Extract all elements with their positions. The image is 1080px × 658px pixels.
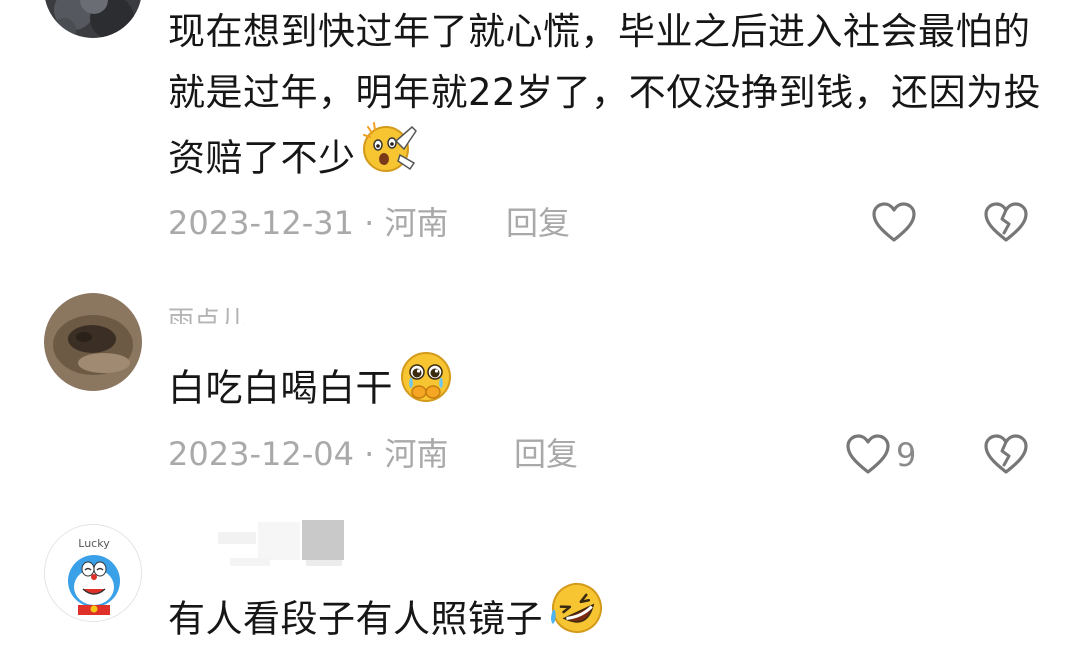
meta-separator: · (353, 204, 385, 242)
like-count: 9 (896, 436, 917, 474)
reply-button[interactable]: 回复 (514, 434, 578, 474)
comment-date: 2023-12-04 (168, 435, 354, 473)
comment-item: 现在想到快过年了就心慌，毕业之后进入社会最怕的就是过年，明年就22岁了，不仅没挣… (0, 0, 1080, 250)
like-button[interactable] (870, 200, 918, 244)
shocked-face-icon (360, 119, 418, 193)
comment-meta: 2023-12-04 · 河南 回复 (168, 434, 578, 474)
comment-date: 2023-12-31 (168, 204, 354, 242)
reply-button[interactable]: 回复 (506, 203, 570, 243)
meta-separator: · (353, 435, 385, 473)
avatar-image (44, 0, 142, 38)
avatar[interactable] (44, 293, 142, 391)
doraemon-avatar-icon: Lucky (45, 525, 141, 621)
crying-pleading-face-icon (397, 348, 455, 424)
heart-outline-icon (872, 202, 916, 242)
dislike-button[interactable] (982, 200, 1030, 244)
avatar-image (44, 293, 142, 391)
comment-item: Lucky 有人看段子有人照镜子 (0, 520, 1080, 654)
username[interactable]: 雨点儿 (168, 308, 246, 324)
dislike-button[interactable] (982, 432, 1030, 476)
avatar[interactable]: Lucky (44, 524, 142, 622)
comment-item: 雨点儿 白吃白喝白干 2023-12-04 · 河南 回复 9 (0, 290, 1080, 490)
like-button[interactable] (844, 432, 892, 476)
heart-outline-icon (846, 434, 890, 474)
comment-text-content: 现在想到快过年了就心慌，毕业之后进入社会最怕的就是过年，明年就22岁了，不仅没挣… (168, 10, 1042, 180)
rofl-face-icon (547, 580, 607, 654)
avatar-lucky-text: Lucky (78, 537, 110, 550)
comment-text: 白吃白喝白干 (168, 352, 1048, 428)
broken-heart-icon (984, 434, 1028, 474)
broken-heart-icon (984, 202, 1028, 242)
comment-text-content: 有人看段子有人照镜子 (168, 597, 543, 641)
comment-text: 有人看段子有人照镜子 (168, 583, 1048, 658)
comment-text: 现在想到快过年了就心慌，毕业之后进入社会最怕的就是过年，明年就22岁了，不仅没挣… (168, 1, 1048, 197)
comment-meta: 2023-12-31 · 河南 回复 (168, 203, 570, 243)
comment-location: 河南 (384, 204, 449, 242)
avatar[interactable] (44, 0, 142, 38)
comment-text-content: 白吃白喝白干 (168, 366, 393, 410)
comment-location: 河南 (384, 435, 449, 473)
